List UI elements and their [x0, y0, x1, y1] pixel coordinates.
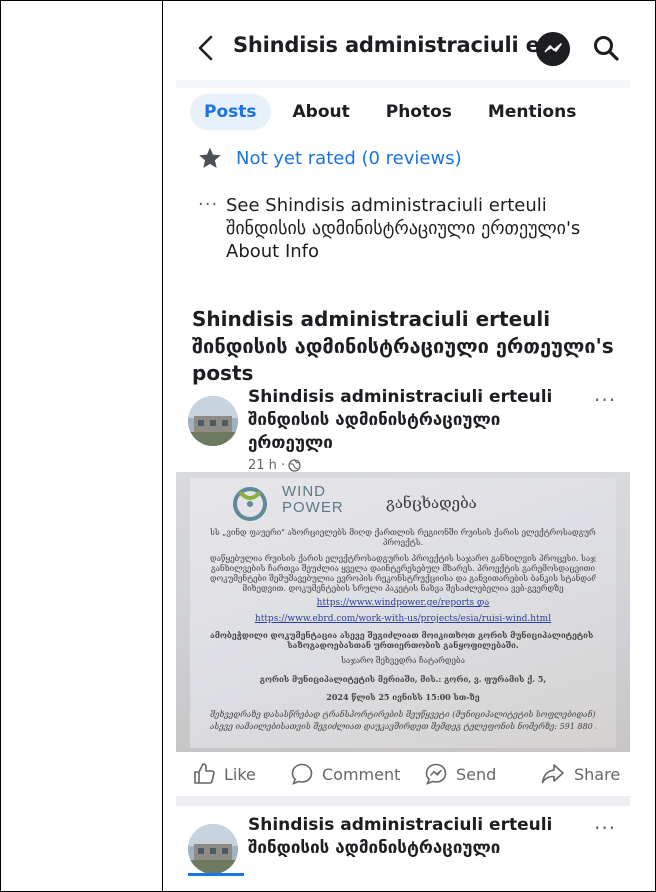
- left-margin-frame: [0, 0, 163, 892]
- doc-line: საჯარო შეხვედრა ჩატარდება: [341, 656, 465, 665]
- doc-line: 2024 წლის 25 ივნისს 15:00 სთ-ზე: [326, 692, 480, 702]
- brand-top: WIND: [282, 483, 326, 500]
- comment-icon: [291, 763, 313, 785]
- page-title: Shindisis administraciuli er...: [233, 33, 571, 57]
- doc-line: საზოგადოებასთან ურთიერთობის განყოფილებაშ…: [287, 640, 519, 650]
- search-icon[interactable]: [592, 34, 620, 62]
- doc-line: გორის მუნიციპალიტეტის მერიაში, მის.: გორ…: [259, 674, 547, 684]
- doc-line: სს „ვინდ ფაუერი" ახორციელებს მიღდ ქართლი…: [210, 528, 596, 537]
- share-button[interactable]: Share: [540, 762, 620, 786]
- about-info-text[interactable]: See Shindisis administraciuli erteuli ში…: [226, 194, 586, 263]
- top-divider: [176, 80, 630, 88]
- comment-label: Comment: [322, 764, 401, 784]
- about-info-row[interactable]: ··· See Shindisis administraciuli erteul…: [198, 194, 586, 263]
- comment-button[interactable]: Comment: [290, 762, 400, 786]
- next-post-author-line2: შინდისის ადმინისტრაციული: [248, 838, 501, 858]
- doc-line: პროექტს.: [382, 538, 424, 547]
- brand-bottom: POWER: [282, 499, 344, 516]
- avatar[interactable]: [188, 396, 238, 446]
- post-more-options-icon[interactable]: ···: [594, 816, 616, 840]
- share-label: Share: [574, 764, 621, 784]
- doc-line: ასევე იამაილებისათვის შეგიძლიათ დაუკავში…: [210, 722, 596, 731]
- posts-section-title: Shindisis administraciuli erteuli შინდის…: [192, 307, 614, 385]
- back-chevron-icon[interactable]: [194, 34, 218, 62]
- doc-line: დაწყებულია რუისის ქარის ელექტროსადგურის …: [210, 554, 596, 563]
- doc-line: განხილვების ჩართვა შეუძლია ყველა დაინტერ…: [210, 564, 596, 573]
- doc-link: https://www.ebrd.com/work-with-us/projec…: [254, 614, 552, 624]
- send-icon: [425, 763, 447, 785]
- tab-mentions[interactable]: Mentions: [474, 94, 590, 130]
- announcement-document: WIND POWER განცხადება სს „ვინდ ფაუერი" ა…: [190, 478, 616, 748]
- post-time: 21 h ·: [248, 458, 286, 473]
- announcement-title: განცხადება: [386, 494, 477, 512]
- messenger-icon[interactable]: [536, 32, 570, 66]
- post-image[interactable]: WIND POWER განცხადება სს „ვინდ ფაუერი" ა…: [176, 472, 630, 752]
- star-icon: [199, 147, 221, 168]
- like-icon: [194, 763, 215, 784]
- doc-line: შეხვედრაზე დასასწრებად ტრანსპორტირების შ…: [210, 710, 596, 719]
- rating-text[interactable]: Not yet rated (0 reviews): [236, 148, 462, 169]
- share-icon: [541, 764, 564, 784]
- like-button[interactable]: Like: [192, 762, 256, 786]
- feed-divider: [176, 796, 630, 806]
- post-header: Shindisis administraciuli erteuli შინდის…: [188, 386, 628, 486]
- like-label: Like: [224, 764, 256, 784]
- top-bar: Shindisis administraciuli er...: [176, 14, 630, 80]
- rating-row[interactable]: Not yet rated (0 reviews): [198, 146, 462, 170]
- next-post-header: Shindisis administraciuli erteuli შინდის…: [188, 810, 628, 886]
- tab-about[interactable]: About: [279, 94, 364, 130]
- doc-line: მიხედვით. დოკუმენტების სრული პაკეტის ნახ…: [242, 584, 564, 593]
- avatar[interactable]: [188, 824, 238, 874]
- more-dots-icon: ···: [198, 194, 219, 215]
- post-more-options-icon[interactable]: ···: [594, 388, 616, 412]
- send-button[interactable]: Send: [424, 762, 496, 786]
- post-meta: 21 h ·: [248, 458, 301, 473]
- phone-screen: Shindisis administraciuli er... Posts Ab…: [176, 14, 630, 886]
- tab-posts[interactable]: Posts: [190, 94, 271, 130]
- next-post-author-line1: Shindisis administraciuli erteuli: [248, 815, 553, 835]
- post-actions: Like Comment Send Share: [176, 750, 630, 800]
- wind-power-logo: [233, 487, 267, 521]
- globe-icon: [288, 459, 301, 472]
- scroll-indicator: [188, 873, 244, 876]
- doc-line: ამობეჭდილი დოკუმენტაცია ასევე შეგიძლიათ …: [210, 630, 596, 640]
- post-author[interactable]: Shindisis administraciuli erteuli შინდის…: [248, 386, 568, 455]
- doc-line: დოკუმენტები შემუშავებულია ევროპის რეკონს…: [210, 574, 596, 583]
- wind-power-wordmark: WIND POWER: [282, 484, 344, 516]
- doc-link: https://www.windpower.ge/reports და: [316, 598, 490, 608]
- profile-tabs: Posts About Photos Mentions: [190, 92, 598, 132]
- tab-photos[interactable]: Photos: [372, 94, 466, 130]
- next-post-author[interactable]: Shindisis administraciuli erteuli შინდის…: [248, 814, 568, 860]
- send-label: Send: [456, 764, 497, 784]
